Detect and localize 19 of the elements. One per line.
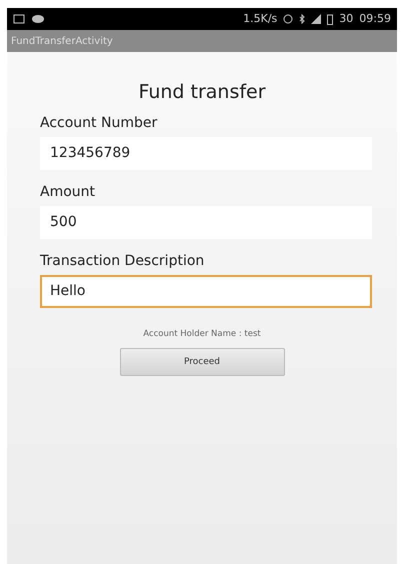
field-label: Transaction Description xyxy=(40,252,206,270)
form-title: Fund transfer xyxy=(137,80,267,105)
clock: 09:59 xyxy=(359,10,391,27)
image-icon xyxy=(13,14,25,24)
battery-icon xyxy=(327,14,334,24)
activity-title: FundTransferActivity xyxy=(11,34,113,48)
battery-level: 30 xyxy=(339,10,354,27)
alarm-icon xyxy=(283,14,294,24)
bluetooth-icon xyxy=(299,14,306,24)
input-field[interactable]: 500 xyxy=(40,206,372,238)
account-holder-name: Account Holder Name : test xyxy=(142,328,262,340)
proceed-button[interactable]: Proceed xyxy=(120,348,284,376)
field-label: Amount xyxy=(40,182,96,202)
signal-icon xyxy=(311,14,322,24)
field-label: Account Number xyxy=(40,114,158,132)
input-field[interactable]: 123456789 xyxy=(40,136,372,170)
cloud-icon xyxy=(31,14,45,24)
network-speed: 1.5K/s xyxy=(243,10,278,27)
input-field[interactable]: Hello xyxy=(40,274,372,308)
